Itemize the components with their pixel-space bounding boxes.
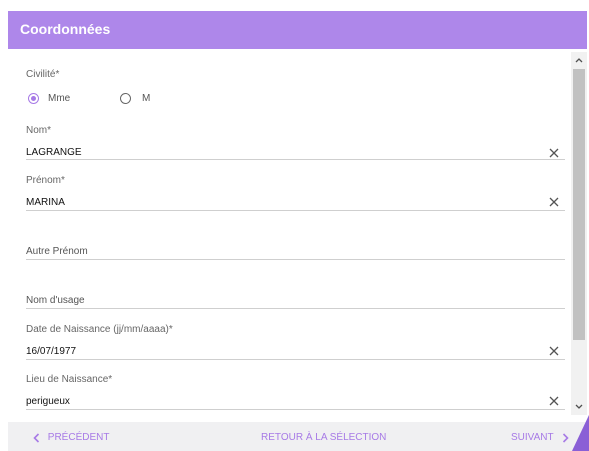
date-naissance-label: Date de Naissance (jj/mm/aaaa)* — [26, 324, 173, 335]
previous-button[interactable]: PRÉCÉDENT — [32, 432, 109, 443]
prenom-underline — [26, 210, 565, 211]
scroll-thumb[interactable] — [573, 69, 585, 340]
form-scrollbar[interactable] — [571, 52, 587, 415]
autre-prenom-input[interactable]: Autre Prénom — [26, 246, 88, 257]
nom-usage-underline — [26, 308, 565, 309]
nom-input[interactable]: LAGRANGE — [26, 147, 82, 158]
radio-mme-label[interactable]: Mme — [48, 93, 70, 104]
radio-mme[interactable] — [28, 93, 39, 104]
scroll-down-arrow-icon[interactable] — [571, 399, 587, 415]
scroll-up-arrow-icon[interactable] — [571, 52, 587, 68]
autre-prenom-underline — [26, 259, 565, 260]
section-header: Coordonnées — [8, 11, 587, 49]
prenom-clear-icon[interactable] — [547, 195, 561, 209]
previous-button-label: PRÉCÉDENT — [47, 432, 110, 443]
date-naissance-input[interactable]: 16/07/1977 — [26, 346, 76, 357]
lieu-naissance-underline — [26, 409, 565, 410]
lieu-naissance-label: Lieu de Naissance* — [26, 374, 113, 385]
radio-m[interactable] — [120, 93, 131, 104]
chevron-left-icon — [32, 432, 41, 443]
lieu-naissance-input[interactable]: perigueux — [26, 396, 70, 407]
lieu-naissance-clear-icon[interactable] — [547, 394, 561, 408]
civilite-label: Civilité* — [26, 69, 60, 80]
date-naissance-underline — [26, 359, 565, 360]
back-to-selection-button[interactable]: RETOUR À LA SÉLECTION — [261, 432, 386, 443]
corner-triangle-icon — [566, 415, 589, 451]
nom-clear-icon[interactable] — [547, 146, 561, 160]
navigation-footer: PRÉCÉDENT RETOUR À LA SÉLECTION SUIVANT — [8, 422, 587, 451]
prenom-input[interactable]: MARINA — [26, 197, 65, 208]
nom-usage-input[interactable]: Nom d'usage — [26, 295, 85, 306]
prenom-label: Prénom* — [26, 175, 65, 186]
radio-m-label[interactable]: M — [142, 93, 150, 104]
nom-underline — [26, 159, 565, 160]
next-button[interactable]: SUIVANT — [511, 432, 570, 443]
page: Coordonnées Civilité* Mme M Nom* LAGRANG… — [0, 0, 589, 451]
nom-label: Nom* — [26, 125, 52, 136]
date-naissance-clear-icon[interactable] — [547, 344, 561, 358]
back-to-selection-label: RETOUR À LA SÉLECTION — [261, 432, 387, 443]
form-content: Civilité* Mme M Nom* LAGRANGE Prénom* MA… — [8, 49, 587, 415]
next-button-label: SUIVANT — [511, 432, 554, 443]
section-title: Coordonnées — [20, 21, 111, 37]
